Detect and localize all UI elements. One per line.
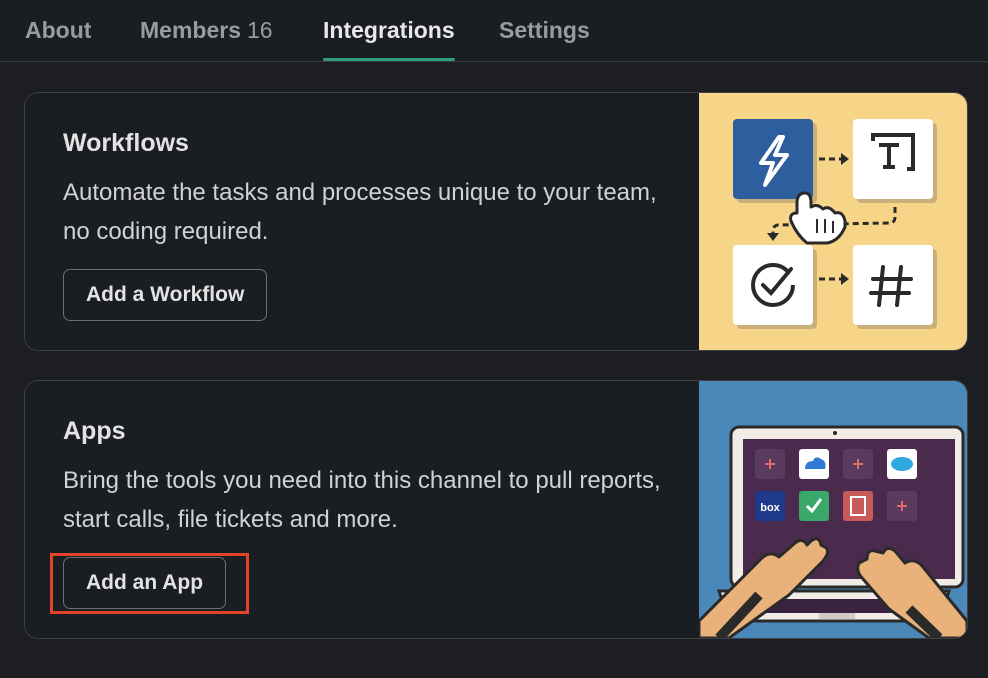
hash-icon xyxy=(853,245,937,329)
tab-members-label: Members xyxy=(140,17,241,43)
tab-integrations[interactable]: Integrations xyxy=(323,17,455,61)
workflows-title: Workflows xyxy=(63,129,189,157)
tab-about[interactable]: About xyxy=(25,17,91,61)
text-icon xyxy=(853,119,937,203)
add-workflow-button[interactable]: Add a Workflow xyxy=(63,269,268,321)
workflows-illustration xyxy=(699,93,967,350)
members-count: 16 xyxy=(246,17,273,43)
salesforce-icon xyxy=(887,449,917,479)
apps-description: Bring the tools you need into this chann… xyxy=(63,467,661,533)
apps-title: Apps xyxy=(63,417,126,445)
checkmark-circle-icon xyxy=(733,245,817,329)
check-app-icon xyxy=(799,491,829,521)
add-tile-icon xyxy=(887,491,917,521)
add-tile-icon xyxy=(755,449,785,479)
workflows-card: Workflows Automate the tasks and process… xyxy=(24,92,968,351)
workflows-description: Automate the tasks and processes unique … xyxy=(63,179,657,245)
tab-members[interactable]: Members 16 xyxy=(140,17,273,61)
box-app-icon: box xyxy=(755,491,785,521)
tab-integrations-label: Integrations xyxy=(323,17,455,43)
lightning-icon xyxy=(733,119,817,203)
svg-text:box: box xyxy=(760,502,780,514)
cloud-app-icon xyxy=(799,449,829,479)
e-app-icon xyxy=(843,491,873,521)
add-app-button[interactable]: Add an App xyxy=(63,557,227,609)
tab-bar: About Members 16 Integrations Settings xyxy=(0,0,988,62)
apps-card: Apps Bring the tools you need into this … xyxy=(24,380,968,639)
apps-illustration: box xyxy=(699,381,967,638)
tab-about-label: About xyxy=(25,17,92,43)
tab-settings[interactable]: Settings xyxy=(499,17,590,61)
add-tile-icon xyxy=(843,449,873,479)
tab-settings-label: Settings xyxy=(499,17,590,43)
